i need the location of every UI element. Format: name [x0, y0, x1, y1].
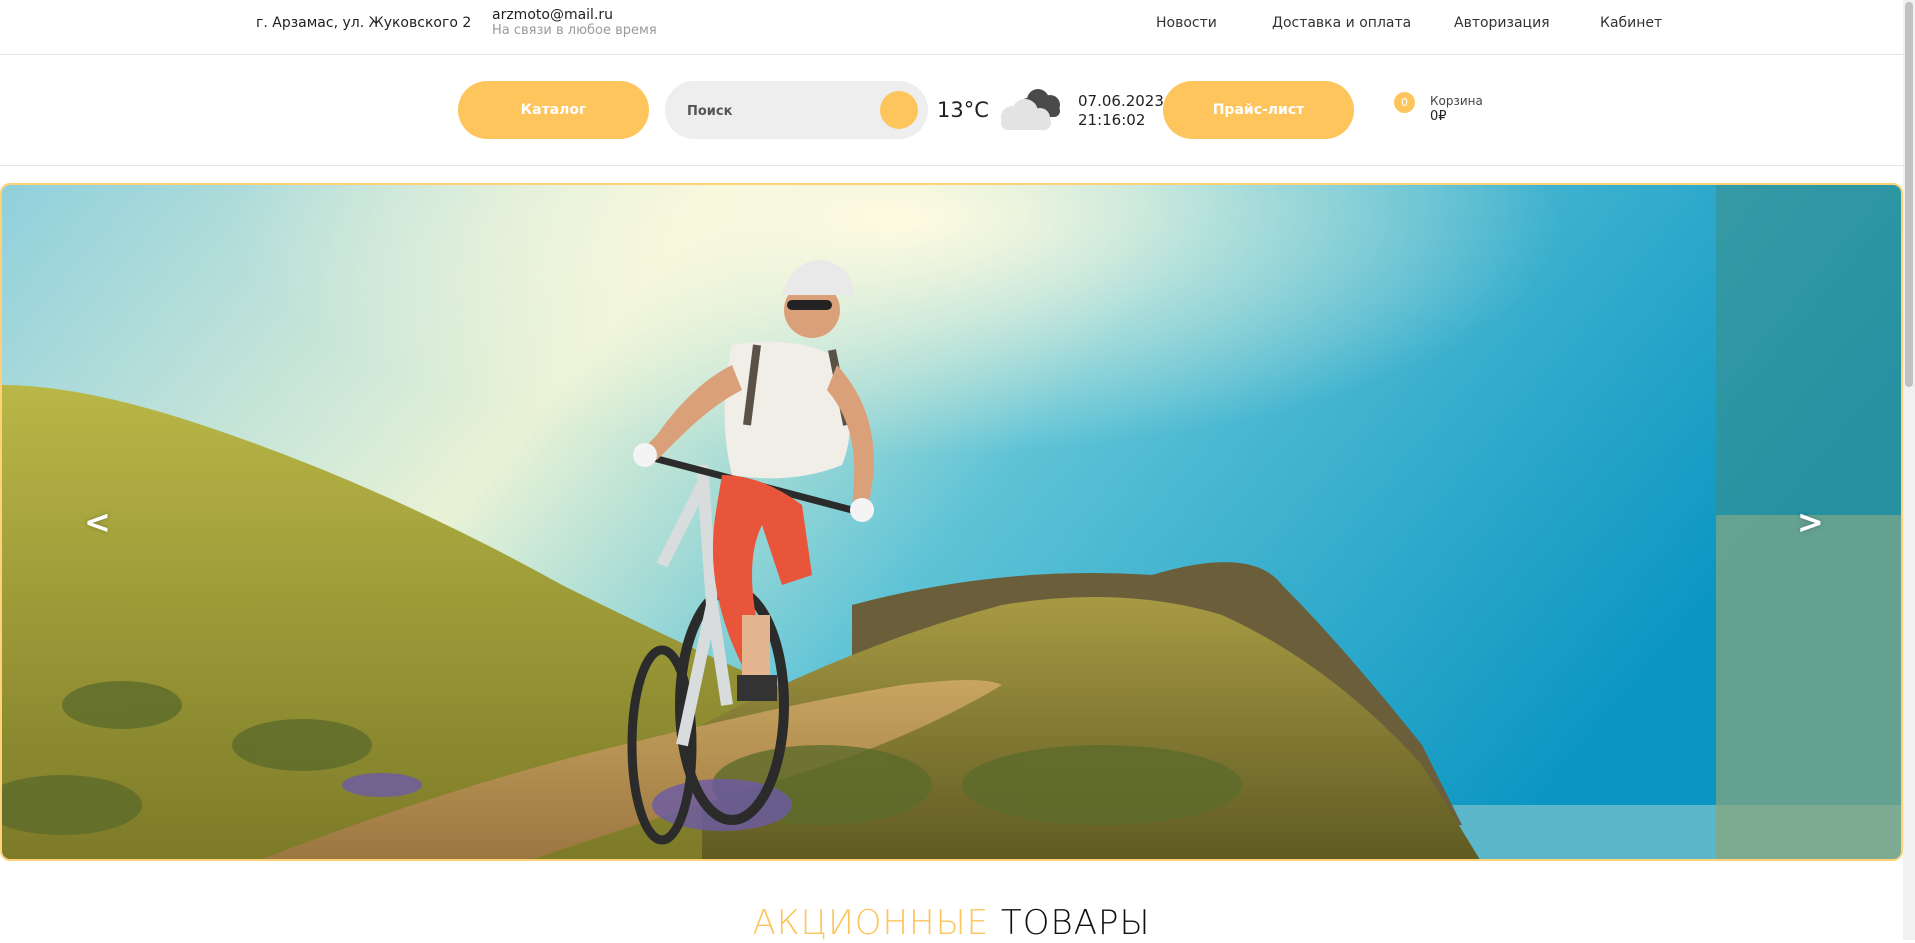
promo-title-rest: ТОВАРЫ [1000, 903, 1151, 943]
search-box [665, 81, 928, 139]
nav-authorization[interactable]: Авторизация [1454, 15, 1550, 31]
current-date: 07.06.2023 [1078, 92, 1164, 110]
store-address: г. Арзамас, ул. Жуковского 2 [256, 15, 472, 31]
catalog-button[interactable]: Каталог [458, 81, 649, 139]
slide-image-cyclist [2, 185, 1901, 859]
cart-count-badge: 0 [1394, 92, 1415, 113]
temperature: 13°C [937, 98, 989, 122]
search-button[interactable] [880, 91, 918, 129]
contact-email[interactable]: arzmoto@mail.ru [492, 7, 657, 23]
nav-news[interactable]: Новости [1156, 15, 1217, 31]
cloudy-icon [990, 85, 1070, 139]
search-input[interactable] [685, 95, 879, 127]
nav-cabinet[interactable]: Кабинет [1600, 15, 1662, 31]
toolbar-row: Каталог 13°C 07.06.2023 21:16:02 Прайс-л… [0, 55, 1903, 166]
price-list-button[interactable]: Прайс-лист [1163, 81, 1354, 139]
promo-section-title: АКЦИОННЫЕ ТОВАРЫ [0, 903, 1903, 943]
current-time: 21:16:02 [1078, 111, 1146, 129]
slider-prev-button[interactable]: < [84, 503, 111, 541]
slider-next-button[interactable]: > [1797, 503, 1824, 541]
hero-slider: < > [0, 183, 1903, 861]
nav-delivery-payment[interactable]: Доставка и оплата [1272, 15, 1411, 31]
cart-label: Корзина [1430, 94, 1483, 108]
top-bar: г. Арзамас, ул. Жуковского 2 arzmoto@mai… [0, 0, 1903, 55]
scrollbar-thumb[interactable] [1905, 2, 1913, 387]
availability-text: На связи в любое время [492, 23, 657, 38]
page-scrollbar[interactable] [1903, 0, 1915, 940]
cart-sum: 0₽ [1430, 109, 1447, 124]
promo-title-highlight: АКЦИОННЫЕ [752, 903, 990, 943]
contact-block: arzmoto@mail.ru На связи в любое время [492, 7, 657, 39]
datetime: 07.06.2023 21:16:02 [1078, 92, 1164, 130]
